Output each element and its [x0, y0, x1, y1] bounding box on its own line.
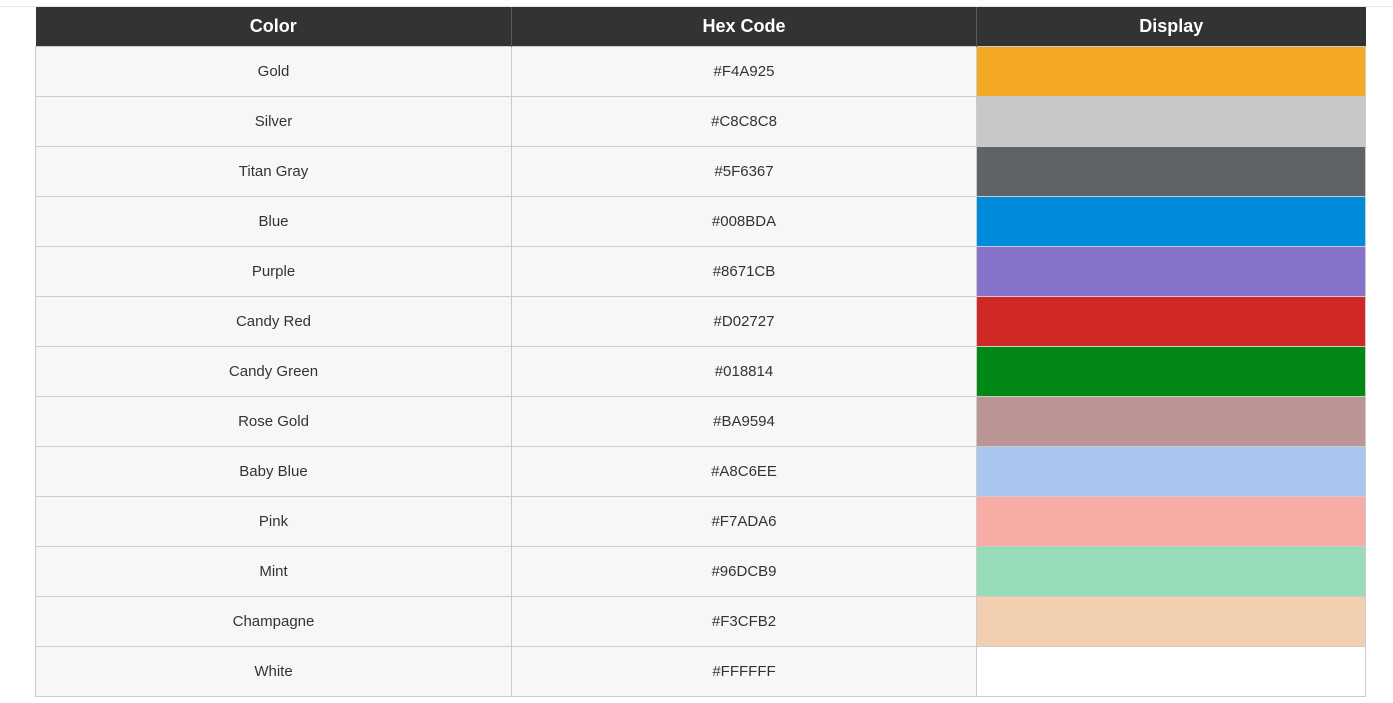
display-cell: [976, 96, 1366, 147]
color-swatch: [977, 447, 1365, 496]
hex-code-cell: #F4A925: [511, 46, 977, 97]
display-cell: [976, 596, 1366, 647]
table-row: Rose Gold #BA9594: [35, 396, 1366, 447]
display-cell: [976, 46, 1366, 97]
color-swatch: [977, 147, 1365, 196]
color-name-cell: White: [35, 646, 512, 697]
color-name-cell: Candy Red: [35, 296, 512, 347]
table-row: Silver #C8C8C8: [35, 96, 1366, 147]
color-name-cell: Rose Gold: [35, 396, 512, 447]
display-cell: [976, 646, 1366, 697]
hex-code-cell: #F3CFB2: [511, 596, 977, 647]
hex-code-cell: #96DCB9: [511, 546, 977, 597]
color-table: Color Hex Code Display Gold #F4A925 Silver…: [35, 7, 1366, 697]
color-name-cell: Blue: [35, 196, 512, 247]
color-swatch: [977, 397, 1365, 446]
hex-code-cell: #5F6367: [511, 146, 977, 197]
color-swatch: [977, 347, 1365, 396]
display-cell: [976, 296, 1366, 347]
color-swatch: [977, 97, 1365, 146]
header-display: Display: [976, 7, 1366, 47]
display-cell: [976, 546, 1366, 597]
color-swatch: [977, 197, 1365, 246]
display-cell: [976, 196, 1366, 247]
color-swatch: [977, 647, 1365, 696]
color-name-cell: Baby Blue: [35, 446, 512, 497]
hex-code-cell: #008BDA: [511, 196, 977, 247]
table-row: Pink #F7ADA6: [35, 496, 1366, 547]
display-cell: [976, 396, 1366, 447]
table-row: Champagne #F3CFB2: [35, 596, 1366, 647]
table-row: Candy Red #D02727: [35, 296, 1366, 347]
header-row: Color Hex Code Display: [35, 7, 1366, 47]
color-swatch: [977, 547, 1365, 596]
color-swatch: [977, 297, 1365, 346]
color-name-cell: Mint: [35, 546, 512, 597]
header-hex-code: Hex Code: [511, 7, 977, 47]
display-cell: [976, 496, 1366, 547]
display-cell: [976, 246, 1366, 297]
color-swatch: [977, 247, 1365, 296]
color-swatch: [977, 497, 1365, 546]
header-color: Color: [35, 7, 512, 47]
color-name-cell: Purple: [35, 246, 512, 297]
hex-code-cell: #D02727: [511, 296, 977, 347]
hex-code-cell: #FFFFFF: [511, 646, 977, 697]
table-row: Mint #96DCB9: [35, 546, 1366, 597]
table-row: Titan Gray #5F6367: [35, 146, 1366, 197]
display-cell: [976, 446, 1366, 497]
hex-code-cell: #BA9594: [511, 396, 977, 447]
table-row: Purple #8671CB: [35, 246, 1366, 297]
color-name-cell: Silver: [35, 96, 512, 147]
table-header: Color Hex Code Display: [35, 7, 1366, 47]
color-swatch: [977, 597, 1365, 646]
hex-code-cell: #F7ADA6: [511, 496, 977, 547]
hex-code-cell: #8671CB: [511, 246, 977, 297]
color-name-cell: Pink: [35, 496, 512, 547]
color-name-cell: Titan Gray: [35, 146, 512, 197]
table-body: Gold #F4A925 Silver #C8C8C8 Titan Gray #5F636…: [35, 46, 1366, 697]
color-name-cell: Candy Green: [35, 346, 512, 397]
display-cell: [976, 346, 1366, 397]
hex-code-cell: #C8C8C8: [511, 96, 977, 147]
hex-code-cell: #018814: [511, 346, 977, 397]
table-row: White #FFFFFF: [35, 646, 1366, 697]
color-name-cell: Gold: [35, 46, 512, 97]
display-cell: [976, 146, 1366, 197]
color-swatch: [977, 47, 1365, 96]
color-name-cell: Champagne: [35, 596, 512, 647]
table-row: Candy Green #018814: [35, 346, 1366, 397]
table-row: Blue #008BDA: [35, 196, 1366, 247]
color-table-container: Color Hex Code Display Gold #F4A925 Silver…: [35, 7, 1366, 697]
table-row: Gold #F4A925: [35, 46, 1366, 97]
hex-code-cell: #A8C6EE: [511, 446, 977, 497]
table-row: Baby Blue #A8C6EE: [35, 446, 1366, 497]
